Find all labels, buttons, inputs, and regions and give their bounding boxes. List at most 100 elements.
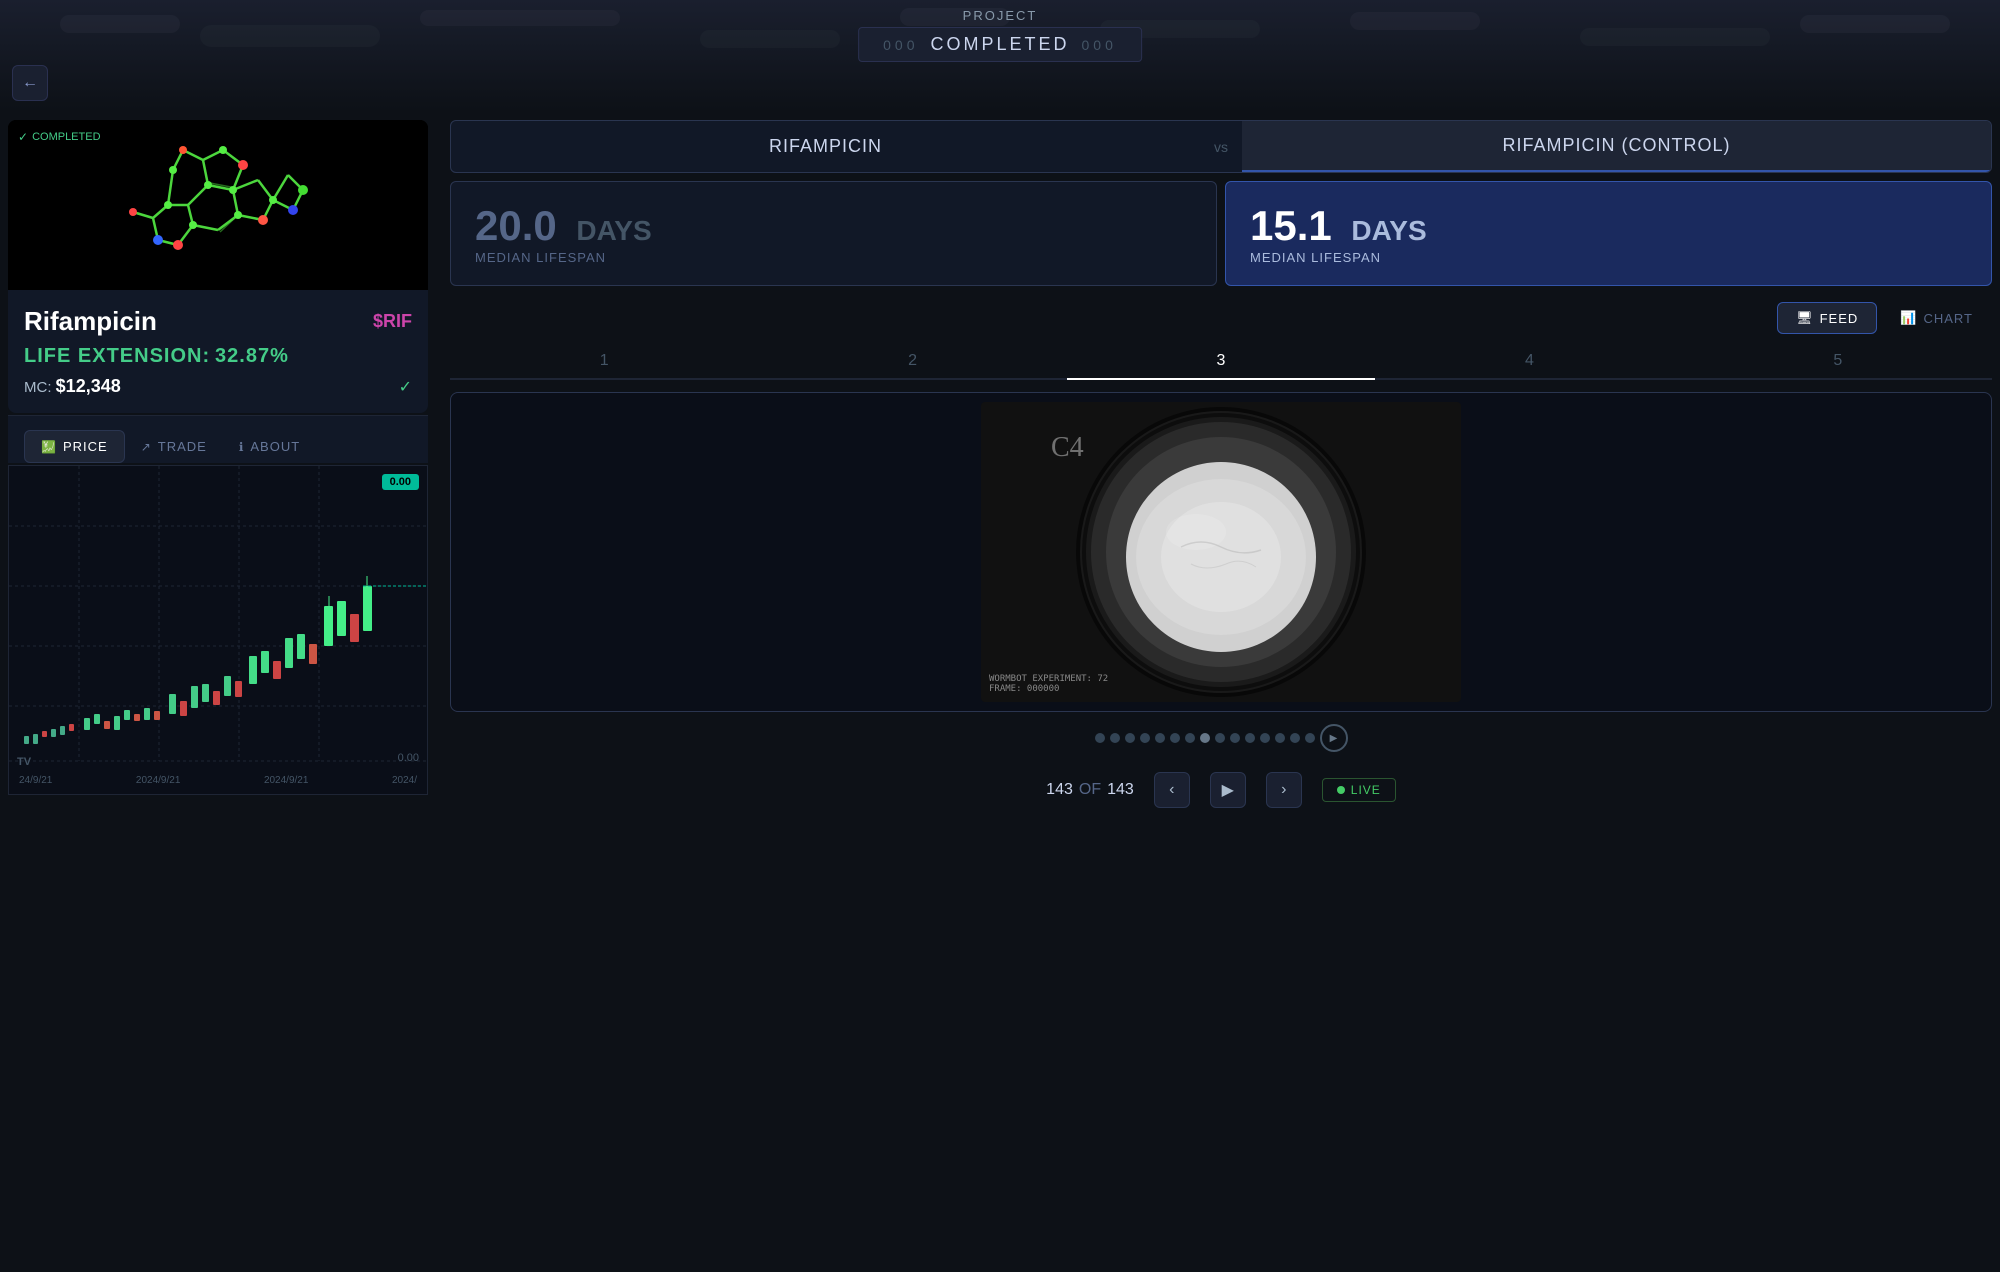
right-panel: RIFAMPICIN vs RIFAMPICIN (CONTROL) 20.0 … [450, 120, 1992, 816]
life-extension-value: 32.87% [215, 345, 289, 367]
slide-tab-1[interactable]: 1 [450, 344, 758, 380]
candlestick-chart [9, 466, 428, 795]
film-dot-14[interactable] [1290, 733, 1300, 743]
stat-metric-rifampicin: MEDIAN LIFESPAN [475, 250, 652, 265]
view-toggle: 🖥 FEED 📊 CHART [450, 302, 1992, 334]
filmstrip-play-button[interactable]: ▶ [1320, 724, 1348, 752]
days-value-rifampicin: 20.0 DAYS [475, 202, 652, 249]
media-inner: C4 WORMBOT EXPERIMENT: 72 FRAME: 000000 [451, 393, 1991, 711]
live-badge[interactable]: LIVE [1322, 778, 1396, 802]
tab-trade[interactable]: ↗ TRADE [125, 431, 223, 462]
film-dot-12[interactable] [1260, 733, 1270, 743]
tab-about-label: ABOUT [250, 439, 300, 454]
film-dot-9[interactable] [1215, 733, 1225, 743]
wormbot-label: WORMBOT EXPERIMENT: 72 [989, 674, 1108, 684]
frame-label: FRAME: 000000 [989, 684, 1108, 694]
completed-badge: 000 COMPLETED 000 [858, 27, 1142, 62]
play-pause-icon: ▶ [1222, 780, 1234, 800]
stat-days-control: 15.1 DAYS MEDIAN LIFESPAN [1250, 202, 1427, 265]
film-dot-3[interactable] [1125, 733, 1135, 743]
film-dot-13[interactable] [1275, 733, 1285, 743]
film-dot-5[interactable] [1155, 733, 1165, 743]
molecule-card: ✓ COMPLETED [8, 120, 428, 290]
film-dot-2[interactable] [1110, 733, 1120, 743]
vs-divider: vs [1200, 139, 1242, 155]
feed-toggle-btn[interactable]: 🖥 FEED [1777, 302, 1877, 334]
play-pause-button[interactable]: ▶ [1210, 772, 1246, 808]
next-frame-button[interactable]: › [1266, 772, 1302, 808]
mc-value: $12,348 [56, 376, 121, 396]
worm-image: C4 WORMBOT EXPERIMENT: 72 FRAME: 000000 [981, 402, 1461, 702]
info-card: Rifampicin $RIF LIFE EXTENSION: 32.87% M… [8, 290, 428, 413]
film-dot-15[interactable] [1305, 733, 1315, 743]
project-header: PROJECT 000 COMPLETED 000 [858, 0, 1142, 62]
play-icon: ▶ [1330, 733, 1338, 744]
slide-tab-2[interactable]: 2 [758, 344, 1066, 380]
tab-price-label: PRICE [63, 439, 108, 454]
tab-about[interactable]: ℹ ABOUT [223, 431, 316, 462]
chart-toggle-btn[interactable]: 📊 CHART [1881, 302, 1992, 334]
days-unit: DAYS [576, 215, 651, 246]
price-tab-icon: 💹 [41, 440, 57, 454]
compound-rifampicin[interactable]: RIFAMPICIN [451, 122, 1200, 171]
slide-tab-3[interactable]: 3 [1067, 344, 1375, 380]
slide-tabs: 1 2 3 4 5 [450, 344, 1992, 380]
film-dot-10[interactable] [1230, 733, 1240, 743]
chart-price-tag: 0.00 [382, 474, 419, 490]
of-label: OF [1079, 781, 1101, 799]
back-button[interactable]: ← [12, 65, 48, 101]
chart-zero-label: 0.00 [398, 752, 419, 764]
film-dot-11[interactable] [1245, 733, 1255, 743]
bar-chart-icon: 📊 [1900, 310, 1917, 326]
total-frames: 143 [1107, 781, 1134, 799]
drug-name: Rifampicin [24, 306, 157, 337]
film-dot-7[interactable] [1185, 733, 1195, 743]
monitor-icon: 🖥 [1796, 310, 1814, 326]
mc-row: MC: $12,348 ✓ [24, 376, 412, 397]
media-frame: C4 WORMBOT EXPERIMENT: 72 FRAME: 000000 [450, 392, 1992, 712]
slide-tab-5[interactable]: 5 [1684, 344, 1992, 380]
stat-card-control: 15.1 DAYS MEDIAN LIFESPAN [1225, 181, 1992, 286]
experiment-label: WORMBOT EXPERIMENT: 72 FRAME: 000000 [989, 674, 1108, 694]
compound-control[interactable]: RIFAMPICIN (CONTROL) [1242, 121, 1991, 172]
film-dot-8[interactable] [1200, 733, 1210, 743]
navigation-row: 143 OF 143 ‹ ▶ › LIVE [450, 764, 1992, 816]
vs-header: RIFAMPICIN vs RIFAMPICIN (CONTROL) [450, 120, 1992, 173]
slide-tab-4[interactable]: 4 [1375, 344, 1683, 380]
days-number: 20.0 [475, 202, 557, 249]
check-icon: ✓ [18, 130, 28, 144]
molecule-svg [8, 120, 428, 290]
stat-metric-control: MEDIAN LIFESPAN [1250, 250, 1427, 265]
film-dot-4[interactable] [1140, 733, 1150, 743]
stat-card-rifampicin: 20.0 DAYS MEDIAN LIFESPAN [450, 181, 1217, 286]
chart-date-2: 2024/9/21 [136, 775, 181, 786]
completed-text: COMPLETED [930, 34, 1069, 55]
stat-days-rifampicin: 20.0 DAYS MEDIAN LIFESPAN [475, 202, 652, 265]
tab-price[interactable]: 💹 PRICE [24, 430, 125, 463]
completed-tag: ✓ COMPLETED [18, 130, 101, 144]
about-tab-icon: ℹ [239, 440, 245, 454]
life-extension: LIFE EXTENSION: 32.87% [24, 345, 412, 368]
chart-label: CHART [1923, 311, 1973, 326]
days-value-control: 15.1 DAYS [1250, 202, 1427, 249]
dots-right: 000 [1082, 37, 1117, 53]
feed-label: FEED [1820, 311, 1859, 326]
filmstrip: ▶ [450, 712, 1992, 764]
dots-left: 000 [883, 37, 918, 53]
nav-counter: 143 OF 143 [1046, 781, 1134, 799]
ticker: $RIF [373, 311, 412, 332]
completed-tag-label: COMPLETED [32, 131, 100, 143]
current-frame: 143 [1046, 781, 1073, 799]
prev-frame-button[interactable]: ‹ [1154, 772, 1190, 808]
back-arrow-icon: ← [22, 74, 38, 92]
chart-date-4: 2024/ [392, 775, 417, 786]
chart-date-1: 24/9/21 [19, 775, 52, 786]
film-dot-6[interactable] [1170, 733, 1180, 743]
life-extension-label: LIFE EXTENSION: [24, 345, 210, 367]
prev-icon: ‹ [1169, 781, 1174, 799]
mc-info: MC: $12,348 [24, 376, 121, 397]
drug-header: Rifampicin $RIF [24, 306, 412, 337]
left-panel: ✓ COMPLETED [8, 120, 428, 795]
tradingview-logo: TV [17, 756, 31, 768]
film-dot-1[interactable] [1095, 733, 1105, 743]
